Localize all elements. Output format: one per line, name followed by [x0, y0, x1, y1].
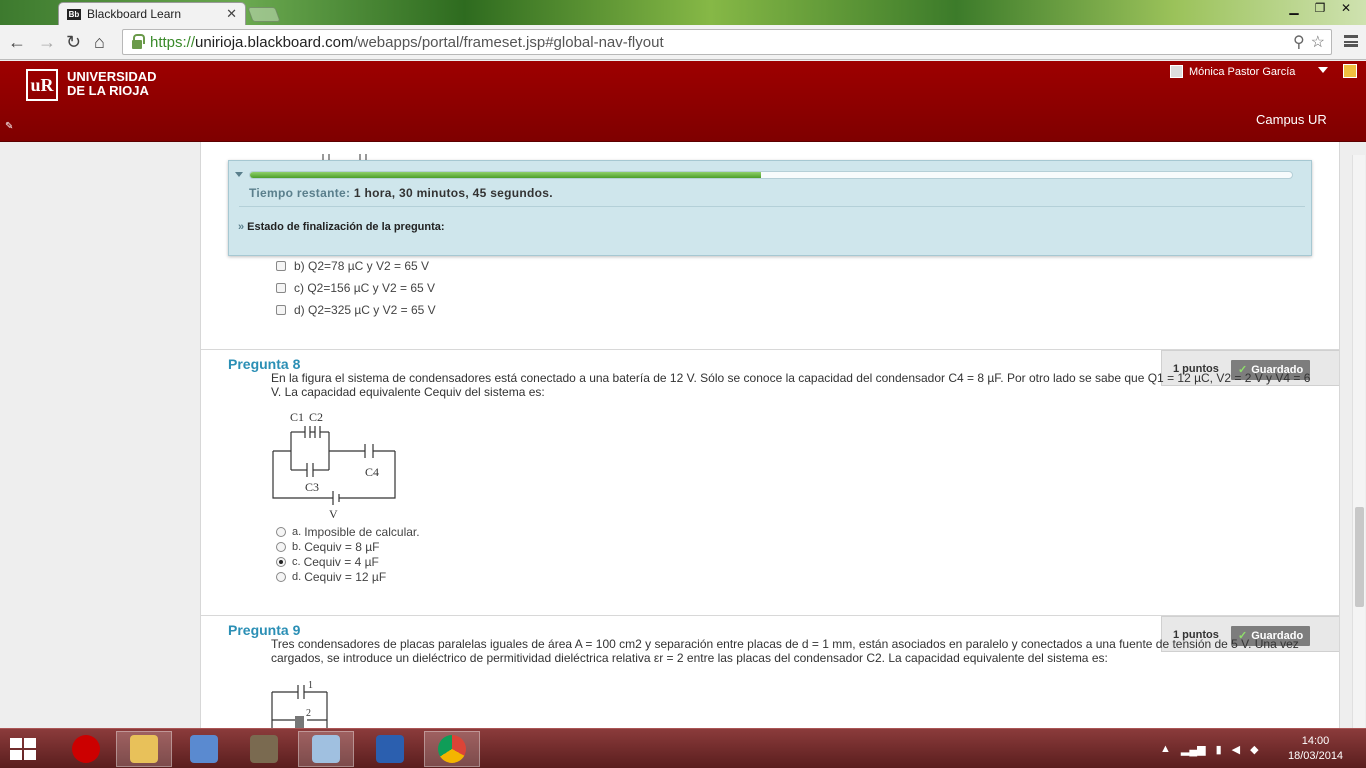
- close-window-icon[interactable]: ✕: [1334, 0, 1358, 16]
- label-c4: C4: [365, 465, 379, 479]
- circuit-diagram: 1 2: [271, 680, 328, 728]
- question-9: Pregunta 9 1 puntos ✓ Guardado Tres conde…: [201, 616, 1339, 728]
- campus-link[interactable]: Campus UR: [1256, 112, 1327, 127]
- label-c3: C3: [305, 480, 319, 494]
- power-app-icon[interactable]: [58, 731, 114, 767]
- browser-titlebar: Bb Blackboard Learn ✕ ▁ ❐ ✕: [0, 0, 1366, 25]
- label-2: 2: [306, 708, 311, 719]
- q8-answers: a. Imposible de calcular. b. Cequiv = 8 µF…: [276, 524, 420, 584]
- word-icon[interactable]: [362, 731, 418, 767]
- collapse-icon[interactable]: [235, 172, 243, 177]
- question-title: Pregunta 8: [228, 356, 301, 372]
- progress-fill: [250, 172, 761, 178]
- label-c1: C1: [290, 410, 304, 424]
- radio[interactable]: [276, 541, 286, 552]
- list-item[interactable]: d) Q2=325 µC y V2 = 65 V: [276, 299, 436, 321]
- chrome-menu-icon[interactable]: [1344, 35, 1358, 47]
- battery-icon[interactable]: ▮: [1216, 743, 1222, 756]
- chevron-down-icon[interactable]: [1318, 67, 1328, 73]
- windows-start-icon[interactable]: [10, 738, 38, 762]
- question-8: Pregunta 8 1 puntos ✓ Guardado En la figu…: [201, 350, 1339, 615]
- bookmark-star-icon[interactable]: ☆: [1311, 32, 1325, 52]
- divider: [239, 206, 1305, 207]
- chrome-icon[interactable]: [424, 731, 480, 767]
- label-c2: C2: [309, 410, 323, 424]
- browser-tab[interactable]: Bb Blackboard Learn ✕: [58, 2, 246, 25]
- list-item[interactable]: c) Q2=156 µC y V2 = 65 V: [276, 277, 436, 299]
- signal-icon[interactable]: ▂▄▆: [1181, 743, 1206, 756]
- restore-icon[interactable]: ❐: [1308, 0, 1332, 16]
- volume-icon[interactable]: ◀: [1232, 743, 1240, 756]
- back-icon[interactable]: ←: [8, 31, 26, 53]
- tab-title: Blackboard Learn: [87, 7, 182, 21]
- tray-arrow-icon[interactable]: ▲: [1160, 743, 1171, 756]
- university-name: UNIVERSIDAD DE LA RIOJA: [67, 69, 157, 98]
- windows-taskbar: ▲ ▂▄▆ ▮ ◀ ◆ 14:00 18/03/2014: [0, 728, 1366, 768]
- reload-icon[interactable]: ↻: [66, 31, 81, 53]
- tab-close-icon[interactable]: ✕: [226, 6, 237, 22]
- list-item[interactable]: a. Imposible de calcular.: [276, 524, 420, 539]
- palette-app-icon[interactable]: [298, 731, 354, 767]
- list-item[interactable]: c. Cequiv = 4 µF: [276, 554, 420, 569]
- minimize-icon[interactable]: ▁: [1282, 0, 1306, 16]
- expand-icon: »: [238, 221, 245, 233]
- list-item[interactable]: b) Q2=78 µC y V2 = 65 V: [276, 255, 436, 277]
- question-text: En la figura el sistema de condensadores…: [271, 371, 1311, 399]
- label-v: V: [329, 507, 338, 521]
- logout-icon[interactable]: [1343, 64, 1357, 78]
- dropbox-icon[interactable]: ◆: [1250, 743, 1258, 756]
- radio[interactable]: [276, 526, 286, 537]
- circuit-diagram: C1 C2 C3 C4 V: [272, 410, 396, 521]
- system-tray: ▲ ▂▄▆ ▮ ◀ ◆: [1160, 743, 1259, 756]
- user-menu[interactable]: Mónica Pastor García: [1170, 65, 1295, 78]
- university-logo[interactable]: uR: [26, 69, 58, 101]
- label-1: 1: [308, 680, 313, 691]
- question-text: Tres condensadores de placas paralelas i…: [271, 637, 1299, 665]
- list-item[interactable]: d. Cequiv = 12 µF: [276, 569, 420, 584]
- scrollbar[interactable]: [1352, 155, 1365, 728]
- address-bar[interactable]: https://unirioja.blackboard.com/webapps/…: [122, 29, 1332, 55]
- time-progress-bar: [249, 171, 1293, 179]
- time-remaining: Tiempo restante: 1 hora, 30 minutos, 45 …: [249, 186, 553, 200]
- browser-toolbar: ← → ↻ ⌂ https://unirioja.blackboard.com/…: [0, 25, 1366, 60]
- avatar: [1170, 65, 1183, 78]
- file-explorer-icon[interactable]: [116, 731, 172, 767]
- checkbox[interactable]: [276, 261, 286, 271]
- timer-panel: Tiempo restante: 1 hora, 30 minutos, 45 …: [228, 160, 1312, 256]
- lock-icon: [132, 33, 145, 49]
- list-item[interactable]: b. Cequiv = 8 µF: [276, 539, 420, 554]
- new-tab-button[interactable]: [247, 7, 281, 22]
- pin-icon[interactable]: ✎: [5, 121, 13, 132]
- clock[interactable]: 14:00 18/03/2014: [1288, 734, 1343, 764]
- zoom-icon[interactable]: ⚲: [1293, 32, 1305, 52]
- completion-status-toggle[interactable]: » Estado de finalización de la pregunta:: [238, 221, 445, 233]
- gimp-icon[interactable]: [236, 731, 292, 767]
- checkbox[interactable]: [276, 305, 286, 315]
- user-name: Mónica Pastor García: [1189, 65, 1296, 78]
- home-icon[interactable]: ⌂: [94, 31, 105, 53]
- question-title: Pregunta 9: [228, 622, 301, 638]
- site-header: uR UNIVERSIDAD DE LA RIOJA Mónica Pastor…: [0, 61, 1366, 142]
- q7-options: b) Q2=78 µC y V2 = 65 V c) Q2=156 µC y V…: [276, 255, 436, 321]
- blackboard-favicon-icon: Bb: [67, 8, 81, 20]
- window-controls: ▁ ❐ ✕: [1282, 0, 1358, 16]
- paint-app-icon[interactable]: [176, 731, 232, 767]
- radio-selected[interactable]: [276, 556, 286, 567]
- scrollbar-thumb[interactable]: [1355, 507, 1364, 607]
- url-text: https://unirioja.blackboard.com/webapps/…: [150, 33, 664, 51]
- forward-icon[interactable]: →: [38, 31, 56, 53]
- radio[interactable]: [276, 571, 286, 582]
- checkbox[interactable]: [276, 283, 286, 293]
